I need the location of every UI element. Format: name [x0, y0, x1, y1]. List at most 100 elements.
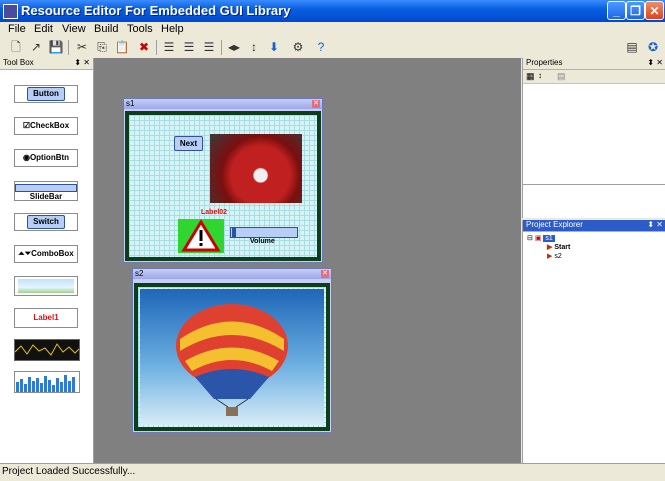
toolbox-pin-icon[interactable]: ⬍ ✕ [74, 58, 90, 67]
save-icon[interactable]: 💾 [48, 39, 64, 55]
toolbox-panel: Tool Box ⬍ ✕ Button ☑CheckBox ◉OptionBtn… [0, 58, 94, 463]
tool-optionbtn-label: OptionBtn [29, 153, 70, 162]
tree-item-s2[interactable]: ▶ s2 [547, 252, 562, 260]
bar-graph-icon [16, 375, 75, 392]
menu-file[interactable]: File [8, 23, 26, 35]
screen-s2-titlebar[interactable]: s2 ✕ [133, 269, 331, 279]
tool-combobox-label: ComboBox [31, 249, 74, 258]
align-center-icon[interactable]: ☰ [181, 39, 197, 55]
minimize-button[interactable]: _ [607, 1, 626, 20]
toolbox-title: Tool Box [3, 58, 34, 67]
copy-icon[interactable]: ⎘ [94, 39, 110, 55]
paste-icon[interactable]: 📋 [114, 39, 130, 55]
explorer-title: Project Explorer [526, 220, 583, 229]
tool-button-label: Button [27, 87, 65, 101]
download-icon[interactable]: ⬇ [266, 39, 282, 55]
tool-button[interactable]: Button [14, 85, 78, 103]
menu-bar: File Edit View Build Tools Help [0, 22, 665, 37]
property-pages-icon[interactable]: ▤ [557, 71, 566, 82]
screen-s2-title: s2 [135, 269, 144, 278]
menu-tools[interactable]: Tools [127, 23, 153, 35]
explorer-header: Project Explorer ⬍ ✕ [523, 220, 665, 232]
tool-switch-label: Switch [27, 215, 65, 229]
cut-icon[interactable]: ✂ [74, 39, 90, 55]
warning-picture[interactable] [178, 219, 224, 253]
explorer-pin-icon[interactable]: ⬍ ✕ [647, 220, 663, 229]
screen-icon: ▣ [534, 235, 542, 242]
toolbar-separator [156, 40, 157, 55]
car-picture[interactable] [210, 134, 302, 203]
screen-s1-titlebar[interactable]: s1 ✕ [124, 99, 322, 109]
delete-icon[interactable]: ✖ [136, 39, 152, 55]
open-icon[interactable]: ↗ [28, 39, 44, 55]
properties-pin-icon[interactable]: ⬍ ✕ [647, 58, 663, 67]
tool-slidebar[interactable]: SlideBar [14, 181, 78, 201]
warning-icon [181, 219, 221, 252]
tool-graph[interactable] [14, 339, 80, 361]
properties-panel: Properties ⬍ ✕ ▦ ↕ ▤ [522, 58, 665, 218]
resize-vertical-icon[interactable]: ↕ [246, 39, 262, 55]
toolbar-separator [68, 40, 69, 55]
menu-view[interactable]: View [62, 23, 86, 35]
combobox-arrows-icon: ⏶⏷ [18, 249, 32, 258]
sort-az-icon[interactable]: ↕ [538, 71, 542, 80]
title-bar: Resource Editor For Embedded GUI Library… [0, 0, 665, 22]
toolbar-separator [221, 40, 222, 55]
screen-s1-title: s1 [126, 99, 135, 108]
close-button[interactable]: ✕ [645, 1, 664, 20]
tree-item-s1[interactable]: ⊟ ▣ s1 [527, 234, 555, 242]
tool-bargraph[interactable] [14, 371, 80, 393]
app-icon [3, 4, 18, 19]
checkbox-icon: ☑ [22, 121, 31, 130]
tool-picture[interactable] [14, 276, 78, 296]
balloon-picture[interactable] [140, 289, 324, 425]
tree-item-start-label: Start [554, 244, 571, 251]
help-icon[interactable]: ? [313, 39, 329, 55]
radio-icon: ◉ [22, 153, 30, 162]
align-right-icon[interactable]: ☰ [201, 39, 217, 55]
status-text: Project Loaded Successfully... [2, 466, 136, 477]
design-canvas[interactable]: s1 ✕ Next Label02 Volume s2 ✕ [94, 58, 521, 463]
screen-s1-surface[interactable]: Next Label02 Volume [125, 111, 321, 261]
volume-slider-thumb[interactable] [232, 228, 236, 237]
properties-title: Properties [526, 58, 563, 67]
line-graph-icon [14, 343, 80, 356]
tool-slidebar-label: SlideBar [29, 192, 63, 201]
resize-horizontal-icon[interactable]: ◂▸ [226, 39, 242, 55]
tool-label[interactable]: Label1 [14, 308, 78, 328]
document-icon[interactable]: ▤ [624, 39, 640, 55]
tool-combobox[interactable]: ⏶⏷ComboBox [14, 245, 78, 263]
label02-text[interactable]: Label02 [201, 209, 227, 216]
next-button[interactable]: Next [174, 136, 203, 151]
toolbar: 🗋 ↗ 💾 ✂ ⎘ 📋 ✖ ☰ ☰ ☰ ◂▸ ↕ ⬇ ⚙ ? ▤ ✪ [0, 37, 665, 59]
volume-slider[interactable] [230, 227, 298, 238]
screen-s1[interactable]: s1 ✕ Next Label02 Volume [123, 98, 323, 263]
tool-optionbtn[interactable]: ◉OptionBtn [14, 149, 78, 167]
window-title: Resource Editor For Embedded GUI Library [21, 3, 291, 18]
volume-label: Volume [250, 238, 275, 245]
tool-checkbox[interactable]: ☑CheckBox [14, 117, 78, 135]
menu-help[interactable]: Help [161, 23, 184, 35]
align-left-icon[interactable]: ☰ [161, 39, 177, 55]
screen-s2-surface[interactable] [134, 283, 330, 431]
menu-build[interactable]: Build [94, 23, 118, 35]
tool-checkbox-label: CheckBox [30, 121, 70, 130]
slidebar-preview [15, 184, 77, 192]
tool-switch[interactable]: Switch [14, 213, 78, 231]
properties-divider [523, 184, 665, 185]
properties-toolbar: ▦ ↕ ▤ [523, 70, 665, 84]
menu-edit[interactable]: Edit [34, 23, 53, 35]
properties-header: Properties ⬍ ✕ [523, 58, 665, 70]
screen-s2-close-icon[interactable]: ✕ [321, 270, 329, 278]
restore-button[interactable]: ❐ [626, 1, 645, 20]
screen-s2[interactable]: s2 ✕ [132, 268, 332, 433]
build-icon[interactable]: ⚙ [290, 39, 306, 55]
collapse-icon[interactable]: ⊟ [527, 235, 533, 242]
categorized-icon[interactable]: ▦ [526, 71, 535, 82]
new-icon[interactable]: 🗋 [8, 39, 24, 55]
toolbox-header: Tool Box ⬍ ✕ [0, 58, 93, 70]
tree-item-start[interactable]: ▶ Start [547, 243, 570, 251]
play-icon: ▶ [547, 244, 553, 251]
settings-icon[interactable]: ✪ [645, 39, 661, 55]
screen-s1-close-icon[interactable]: ✕ [312, 100, 320, 108]
